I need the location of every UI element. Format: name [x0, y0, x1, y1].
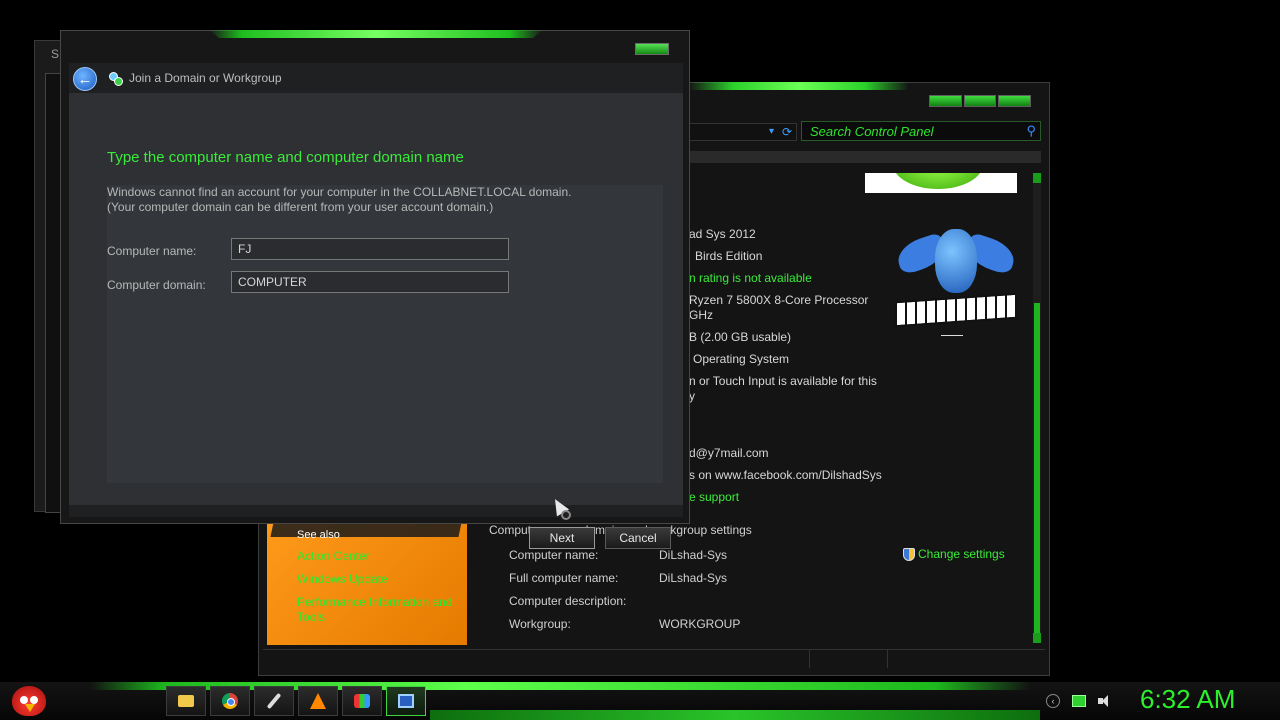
full-computer-name-value: DiLshad-Sys — [659, 571, 728, 585]
back-button[interactable]: ← — [73, 67, 97, 91]
rating-link[interactable]: n rating is not available — [689, 271, 812, 285]
performance-info-link[interactable]: Performance Information and — [297, 595, 452, 609]
volume-icon[interactable] — [1098, 695, 1112, 707]
system-type-value: Operating System — [693, 352, 790, 366]
domain-error-message: Windows cannot find an account for your … — [107, 185, 571, 215]
minimize-button[interactable] — [929, 95, 962, 107]
taskbar: ‹ 6:32 AM — [0, 682, 1280, 720]
workgroup-label: Workgroup: — [509, 617, 571, 631]
chrome-icon — [222, 693, 238, 709]
scroll-down-arrow[interactable] — [1033, 633, 1041, 643]
toolbar — [689, 151, 1041, 163]
dialog-content: Type the computer name and computer doma… — [69, 93, 683, 505]
chevron-down-icon[interactable]: ▾ — [769, 126, 774, 137]
maximize-button[interactable] — [963, 95, 997, 107]
refresh-icon[interactable]: ⟳ — [782, 125, 792, 139]
arrow-left-icon: ← — [77, 70, 93, 88]
dialog-body: ← Join a Domain or Workgroup Type the co… — [69, 63, 683, 549]
processor-speed: GHz — [689, 308, 713, 322]
busy-cursor-icon — [561, 510, 571, 520]
join-domain-dialog[interactable]: ← Join a Domain or Workgroup Type the co… — [60, 30, 690, 549]
status-bar — [263, 649, 1045, 668]
edition-text: ad Sys 2012 — [689, 227, 756, 241]
dialog-inner-panel — [107, 185, 663, 483]
cancel-button[interactable]: Cancel — [605, 527, 671, 549]
folder-icon — [178, 695, 194, 707]
full-computer-name-label: Full computer name: — [509, 571, 619, 585]
vertical-scrollbar[interactable] — [1033, 173, 1041, 643]
workgroup-value: WORKGROUP — [659, 617, 741, 631]
change-settings-label: Change settings — [918, 547, 1005, 561]
scroll-up-arrow[interactable] — [1033, 173, 1041, 183]
taskbar-chrome-button[interactable] — [210, 686, 250, 716]
close-button[interactable] — [998, 95, 1032, 107]
search-placeholder: Search Control Panel — [810, 123, 934, 139]
computer-domain-field[interactable]: COMPUTER — [231, 271, 509, 293]
system-properties-icon — [398, 694, 414, 708]
computer-domain-field-label: Computer domain: — [107, 278, 206, 292]
scrollbar-thumb[interactable] — [1034, 303, 1040, 643]
system-tray: ‹ — [1046, 690, 1112, 712]
message-line-1: Windows cannot find an account for your … — [107, 185, 572, 199]
taskbar-system-properties-button[interactable] — [386, 686, 426, 716]
network-people-icon — [109, 72, 123, 86]
dialog-heading: Type the computer name and computer doma… — [107, 149, 464, 166]
online-support-link[interactable]: e support — [689, 490, 739, 504]
message-line-2: (Your computer domain can be different f… — [107, 200, 494, 214]
shield-icon — [903, 547, 915, 561]
computer-name-value: DiLshad-Sys — [659, 548, 728, 562]
dialog-close-button[interactable] — [635, 43, 669, 55]
windows-logo-banner — [865, 173, 1017, 193]
pen-touch-value: n or Touch Input is available for this — [689, 374, 877, 388]
performance-tools-link[interactable]: Tools — [297, 610, 325, 624]
dialog-glow — [209, 30, 543, 38]
start-button[interactable] — [6, 682, 48, 720]
network-icon[interactable] — [1072, 695, 1086, 707]
clock[interactable]: 6:32 AM — [1140, 684, 1235, 715]
computer-name-field-label: Computer name: — [107, 244, 197, 258]
dialog-title: Join a Domain or Workgroup — [129, 71, 282, 85]
paint-icon — [354, 694, 370, 708]
next-button[interactable]: Next — [529, 527, 595, 549]
computer-description-label: Computer description: — [509, 594, 627, 608]
taskbar-lower-glow — [430, 710, 1040, 720]
taskbar-paint-button[interactable] — [342, 686, 382, 716]
memory-value: B (2.00 GB usable) — [689, 330, 792, 344]
address-bar[interactable]: ▾ ⟳ — [689, 123, 797, 141]
computer-name-label: Computer name: — [509, 548, 599, 562]
oem-logo-image — [891, 223, 1021, 341]
taskbar-explorer-button[interactable] — [166, 686, 206, 716]
taskbar-app-button[interactable] — [254, 686, 294, 716]
change-settings-link[interactable]: Change settings — [903, 547, 1005, 561]
background-window-title: S — [51, 47, 60, 61]
window-controls — [929, 95, 1032, 107]
support-email: d@y7mail.com — [689, 446, 769, 460]
edition-name: Birds Edition — [695, 249, 763, 263]
show-hidden-icons-chevron-icon[interactable]: ‹ — [1046, 694, 1060, 708]
search-input[interactable]: Search Control Panel ⚲ — [801, 121, 1041, 141]
search-icon[interactable]: ⚲ — [1026, 123, 1036, 139]
taskbar-vlc-button[interactable] — [298, 686, 338, 716]
dialog-header: ← Join a Domain or Workgroup — [69, 63, 683, 93]
processor-value: Ryzen 7 5800X 8-Core Processor — [689, 293, 869, 307]
window-glow — [689, 82, 909, 90]
support-website: s on www.facebook.com/DilshadSys — [689, 468, 882, 482]
windows-update-link[interactable]: Windows Update — [297, 572, 388, 586]
dialog-footer: Next Cancel — [69, 507, 683, 549]
vlc-icon — [310, 693, 326, 709]
action-center-link[interactable]: Action Center — [297, 549, 370, 563]
computer-name-field[interactable]: FJ — [231, 238, 509, 260]
rocket-icon — [266, 692, 282, 710]
